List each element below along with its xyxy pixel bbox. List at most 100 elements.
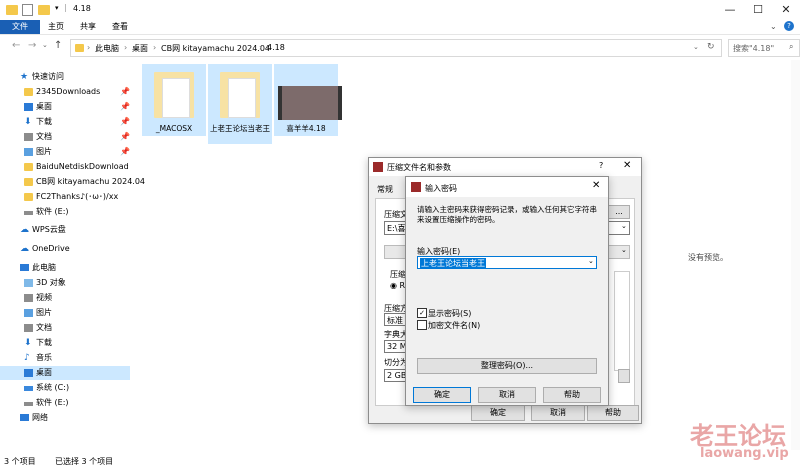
password-dialog-title: 输入密码 [425, 184, 457, 193]
address-bar[interactable]: › 此电脑 › 桌面 › CB网 kitayamachu 2024.04 › 4… [70, 39, 722, 57]
video-icon [24, 294, 33, 302]
system-drive-icon [24, 386, 33, 391]
breadcrumb-separator: › [87, 43, 91, 52]
document-icon [24, 133, 33, 141]
sidebar-item-cb[interactable]: CB网 kitayamachu 2024.04 [0, 175, 145, 189]
password-close-button[interactable]: ✕ [592, 180, 600, 191]
download-arrow-icon: ⬇ [24, 338, 32, 348]
password-help-button[interactable]: 帮助 [543, 387, 601, 403]
archive-help-button[interactable]: ? [599, 161, 603, 170]
sidebar-item-music[interactable]: ♪ 音乐 [0, 351, 130, 365]
status-bar: 3 个项目 已选择 3 个项目 [0, 452, 800, 470]
properties-icon[interactable] [22, 4, 33, 16]
back-arrow-icon[interactable]: ← [12, 40, 20, 51]
tab-view[interactable]: 查看 [112, 20, 128, 34]
sidebar-item-desktop-pc[interactable]: 桌面 [0, 366, 130, 380]
browse-button[interactable]: ... [608, 205, 630, 219]
tab-general[interactable]: 常规 [377, 184, 393, 195]
encrypt-filenames-checkbox[interactable] [417, 320, 427, 330]
up-arrow-icon[interactable]: ↑ [54, 40, 62, 51]
sidebar-this-pc[interactable]: 此电脑 [0, 261, 130, 275]
sidebar-item-documents[interactable]: 文档 📌 [0, 130, 130, 144]
recent-locations-icon[interactable]: ⌄ [42, 41, 48, 49]
sidebar-item-downloads[interactable]: ⬇ 下载 📌 [0, 115, 130, 129]
file-label: _MACOSX [155, 124, 193, 133]
sidebar-label: 桌面 [36, 102, 52, 111]
onedrive-cloud-icon: ☁ [20, 244, 29, 254]
new-folder-icon[interactable] [38, 5, 50, 15]
sidebar-item-drive-e[interactable]: 软件 (E:) [0, 396, 130, 410]
archive-ok-button[interactable]: 确定 [471, 405, 525, 421]
sidebar-label: 网络 [32, 413, 48, 422]
pin-icon: 📌 [120, 102, 130, 111]
sidebar-item-desktop[interactable]: 桌面 📌 [0, 100, 130, 114]
desktop-icon [24, 369, 33, 377]
format-label: 压缩 [390, 270, 406, 279]
network-icon [20, 414, 29, 421]
tab-home[interactable]: 主页 [48, 20, 64, 34]
winrar-icon [411, 182, 421, 192]
sidebar-label: 下载 [36, 117, 52, 126]
desktop-icon [24, 103, 33, 111]
breadcrumb-cb-folder[interactable]: CB网 kitayamachu 2024.04 [161, 43, 270, 54]
sidebar-quick-access[interactable]: ★ 快速访问 [0, 70, 130, 84]
address-dropdown-icon[interactable]: ⌄ [693, 43, 699, 51]
sidebar-item-3d-objects[interactable]: 3D 对象 [0, 276, 130, 290]
file-label: 喜羊羊4.18 [286, 124, 326, 133]
refresh-icon[interactable]: ↻ [707, 42, 715, 52]
sidebar-onedrive[interactable]: ☁ OneDrive [0, 242, 130, 256]
sidebar-item-fc2[interactable]: FC2Thanks♪(･ω･)/xx [0, 190, 130, 204]
forward-arrow-icon[interactable]: → [28, 40, 36, 51]
show-password-label: 显示密码(S) [428, 309, 472, 318]
tab-file[interactable]: 文件 [0, 20, 40, 34]
options-button[interactable] [618, 369, 630, 383]
sidebar-item-drive-e-quick[interactable]: 软件 (E:) [0, 205, 130, 219]
breadcrumb-current[interactable]: 4.18 [267, 43, 285, 52]
sidebar-wps-cloud[interactable]: ☁ WPS云盘 [0, 223, 130, 237]
cloud-icon: ☁ [20, 225, 29, 235]
archive-cancel-button[interactable]: 取消 [531, 405, 585, 421]
minimize-button[interactable]: — [716, 0, 744, 20]
sidebar-network[interactable]: 网络 [0, 411, 130, 425]
watermark-url: laowang.vip [700, 446, 789, 461]
sidebar-item-documents-pc[interactable]: 文档 [0, 321, 130, 335]
organize-passwords-button[interactable]: 整理密码(O)... [417, 358, 597, 374]
file-item-video[interactable]: 喜羊羊4.18 [274, 64, 342, 136]
file-item-macosx[interactable]: _MACOSX [142, 64, 206, 136]
options-list[interactable] [614, 271, 630, 371]
preview-pane-text: 没有预览。 [688, 253, 728, 262]
password-cancel-button[interactable]: 取消 [478, 387, 536, 403]
breadcrumb-separator: › [153, 43, 157, 52]
download-arrow-icon: ⬇ [24, 117, 32, 127]
close-button[interactable]: ✕ [772, 0, 800, 20]
password-input[interactable]: 上老王论坛当老王 ⌄ [417, 256, 597, 269]
archive-close-button[interactable]: ✕ [623, 160, 631, 171]
sidebar-item-pictures-pc[interactable]: 图片 [0, 306, 130, 320]
show-password-checkbox[interactable]: ✓ [417, 308, 427, 318]
scrollbar[interactable] [791, 60, 800, 450]
sidebar-item-videos[interactable]: 视频 [0, 291, 130, 305]
sidebar-label: 文档 [36, 323, 52, 332]
sidebar-item-drive-c[interactable]: 系统 (C:) [0, 381, 130, 395]
sidebar-item-baidu[interactable]: BaiduNetdiskDownload [0, 160, 130, 174]
document-icon [24, 324, 33, 332]
file-item-laowang[interactable]: 上老王论坛当老王 [208, 64, 272, 144]
search-box[interactable]: 搜索"4.18" ⌕ [728, 39, 800, 57]
sidebar-label: OneDrive [32, 244, 70, 253]
sidebar-label: 下载 [36, 338, 52, 347]
help-icon[interactable]: ? [784, 21, 794, 31]
quick-access-toolbar-dropdown-icon[interactable]: ▾ [55, 4, 59, 12]
maximize-button[interactable]: ☐ [744, 0, 772, 20]
tab-share[interactable]: 共享 [80, 20, 96, 34]
password-ok-button[interactable]: 确定 [413, 387, 471, 403]
sidebar-item-downloads-pc[interactable]: ⬇ 下载 [0, 336, 130, 350]
chevron-down-icon: ⌄ [588, 257, 594, 265]
breadcrumb-desktop[interactable]: 桌面 [132, 43, 148, 54]
sidebar-item-pictures[interactable]: 图片 📌 [0, 145, 130, 159]
breadcrumb-this-pc[interactable]: 此电脑 [95, 43, 119, 54]
ribbon-expand-icon[interactable]: ⌄ [770, 22, 777, 31]
sidebar-label: BaiduNetdiskDownload [36, 162, 129, 171]
sidebar-item-2345downloads[interactable]: 2345Downloads 📌 [0, 85, 130, 99]
cube-icon [24, 279, 33, 287]
archive-help-bottom-button[interactable]: 帮助 [587, 405, 639, 421]
